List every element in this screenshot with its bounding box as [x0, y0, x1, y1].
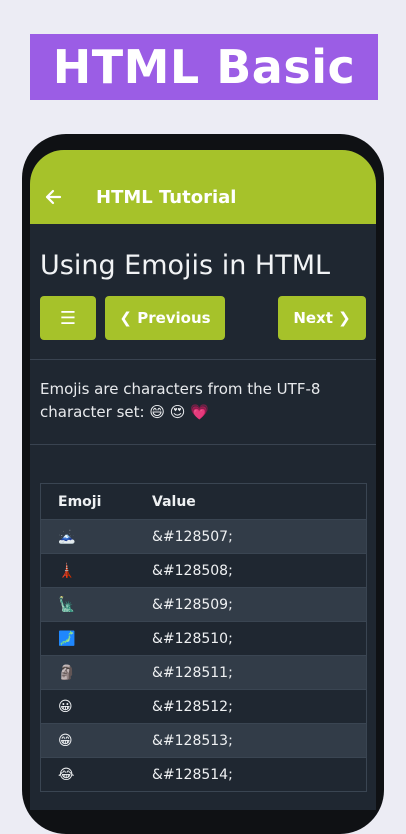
column-header-emoji: Emoji	[58, 493, 102, 510]
emoji-cell: 😀	[58, 698, 73, 715]
value-cell: &#128513;	[152, 732, 233, 749]
emoji-cell: 🗼	[58, 562, 76, 579]
table-row: 🗾 &#128510;	[41, 622, 366, 656]
promo-banner: HTML Basic	[30, 34, 378, 100]
value-cell: &#128507;	[152, 528, 233, 545]
banner-title: HTML Basic	[52, 40, 356, 94]
app-bar-title: HTML Tutorial	[96, 187, 237, 208]
app-screen: HTML Tutorial Using Emojis in HTML ☰ ❮ P…	[30, 150, 376, 810]
camera-notch	[181, 158, 225, 164]
value-cell: &#128509;	[152, 596, 233, 613]
column-header-value: Value	[152, 493, 196, 510]
value-cell: &#128512;	[152, 698, 233, 715]
back-arrow-icon[interactable]	[44, 188, 62, 206]
emoji-cell: 🗽	[58, 596, 76, 613]
emoji-cell: 😂	[58, 766, 75, 783]
next-button[interactable]: Next ❯	[278, 296, 366, 340]
table-row: 😀 &#128512;	[41, 690, 366, 724]
value-cell: &#128511;	[152, 664, 233, 681]
previous-button[interactable]: ❮ Previous	[105, 296, 225, 340]
table-row: 🗽 &#128509;	[41, 588, 366, 622]
table-row: 😁 &#128513;	[41, 724, 366, 758]
table-header-row: Emoji Value	[41, 484, 366, 520]
divider	[30, 444, 376, 445]
menu-button[interactable]: ☰	[40, 296, 96, 340]
emoji-cell: 🗻	[58, 528, 76, 545]
emoji-cell: 😁	[58, 732, 73, 749]
value-cell: &#128514;	[152, 766, 233, 783]
emoji-cell: 🗾	[58, 630, 76, 647]
value-cell: &#128510;	[152, 630, 233, 647]
divider	[30, 359, 376, 360]
table-row: 🗼 &#128508;	[41, 554, 366, 588]
table-row: 🗿 &#128511;	[41, 656, 366, 690]
emoji-cell: 🗿	[58, 664, 76, 681]
emoji-table: Emoji Value 🗻 &#128507; 🗼 &#128508; 🗽 &#…	[40, 483, 367, 792]
intro-paragraph: Emojis are characters from the UTF-8 cha…	[40, 380, 321, 421]
value-cell: &#128508;	[152, 562, 233, 579]
table-row: 😂 &#128514;	[41, 758, 366, 792]
page-title: Using Emojis in HTML	[40, 250, 331, 281]
table-row: 🗻 &#128507;	[41, 520, 366, 554]
